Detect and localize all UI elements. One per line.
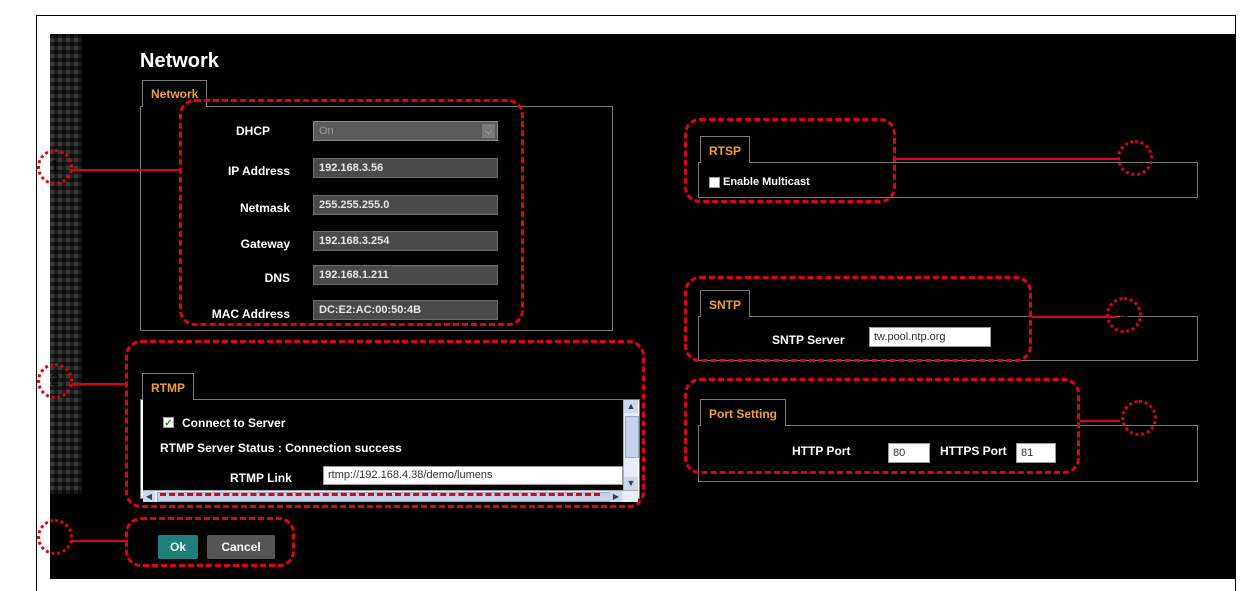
connector-3 [896, 158, 1118, 160]
connector-2 [72, 383, 128, 385]
annotation-box-buttons [125, 517, 295, 567]
connector-5 [1080, 420, 1120, 422]
annotation-box-rtsp [684, 118, 896, 203]
page-title: Network [140, 50, 219, 72]
callout-5: 5 [1121, 400, 1157, 436]
annotation-box-network [179, 99, 524, 326]
connector-6 [72, 540, 128, 542]
annotation-dash-rtmp-scroll [160, 493, 600, 496]
callout-1: 1 [37, 149, 73, 185]
annotation-box-rtmp [125, 340, 645, 508]
callout-2: 2 [37, 363, 73, 399]
annotation-box-port [684, 378, 1080, 474]
callout-4: 4 [1106, 297, 1142, 333]
callout-3: 3 [1117, 140, 1153, 176]
carbon-texture-strip [50, 34, 82, 494]
annotation-box-sntp [684, 276, 1032, 362]
connector-1 [70, 169, 182, 171]
callout-6: 6 [37, 519, 73, 555]
